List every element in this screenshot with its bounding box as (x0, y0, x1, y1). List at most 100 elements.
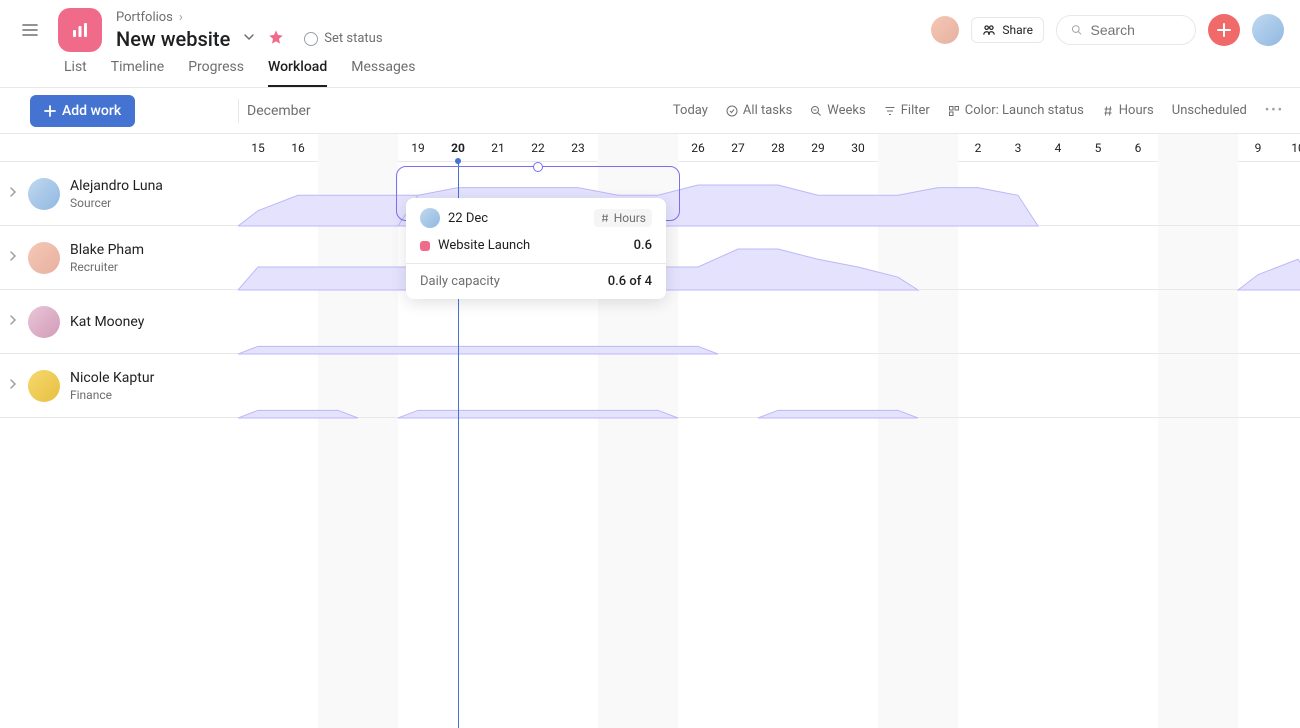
people-icon (982, 23, 996, 37)
date-cell[interactable]: 22 (518, 134, 558, 161)
date-cell[interactable]: 20 (438, 134, 478, 161)
person-name: Alejandro Luna (70, 178, 163, 194)
workload-chart (238, 290, 1300, 354)
hamburger-menu[interactable] (20, 20, 40, 40)
hours-button[interactable]: Hours (1102, 103, 1154, 118)
selection-handle[interactable] (533, 162, 543, 172)
set-status-label: Set status (324, 31, 382, 46)
member-avatar[interactable] (931, 16, 959, 44)
person-role: Finance (70, 388, 154, 402)
status-circle-icon (304, 32, 318, 46)
plus-icon (1216, 22, 1232, 38)
add-work-label: Add work (62, 103, 121, 119)
date-cell[interactable]: 3 (998, 134, 1038, 161)
date-cell[interactable]: 16 (278, 134, 318, 161)
date-cell[interactable]: 27 (718, 134, 758, 161)
hash-icon (600, 213, 610, 223)
workload-tooltip: 22 Dec Hours Website Launch 0.6 Daily ca… (406, 198, 666, 299)
person-avatar (28, 306, 60, 338)
zoom-icon (810, 105, 822, 117)
more-menu[interactable]: ••• (1265, 103, 1284, 118)
unscheduled-button[interactable]: Unscheduled (1172, 103, 1247, 118)
search-icon (1071, 23, 1083, 37)
date-cell[interactable]: 30 (838, 134, 878, 161)
expand-chevron-icon[interactable] (8, 378, 18, 393)
tab-messages[interactable]: Messages (351, 59, 415, 87)
tooltip-hours-badge: Hours (594, 209, 652, 227)
tooltip-project: Website Launch (438, 238, 530, 253)
star-icon[interactable] (268, 29, 284, 49)
tab-timeline[interactable]: Timeline (111, 59, 164, 87)
date-cell[interactable]: 29 (798, 134, 838, 161)
hash-icon (1102, 105, 1114, 117)
today-button[interactable]: Today (673, 103, 708, 118)
project-color-dot (420, 241, 430, 251)
person-avatar (28, 242, 60, 274)
date-cell[interactable]: 10 (1278, 134, 1300, 161)
check-circle-icon (726, 105, 738, 117)
person-avatar (28, 370, 60, 402)
tooltip-date: 22 Dec (448, 211, 488, 226)
date-cell[interactable]: 5 (1078, 134, 1118, 161)
share-label: Share (1002, 23, 1033, 37)
tab-progress[interactable]: Progress (188, 59, 244, 87)
person-role: Recruiter (70, 260, 144, 274)
date-cell[interactable]: 2 (958, 134, 998, 161)
tabs: List Timeline Progress Workload Messages (0, 56, 1300, 88)
grid-row[interactable] (238, 162, 1300, 226)
date-cell[interactable]: 19 (398, 134, 438, 161)
user-avatar[interactable] (1252, 14, 1284, 46)
workload-grid[interactable]: 1516171819202122232425262728293031123456… (238, 134, 1300, 728)
tooltip-project-value: 0.6 (634, 238, 652, 253)
expand-chevron-icon[interactable] (8, 250, 18, 265)
date-cell[interactable]: 21 (478, 134, 518, 161)
tab-workload[interactable]: Workload (268, 59, 327, 87)
expand-chevron-icon[interactable] (8, 186, 18, 201)
person-row[interactable]: Nicole Kaptur Finance (0, 354, 238, 418)
people-sidebar: Alejandro Luna Sourcer Blake Pham Recrui… (0, 134, 238, 728)
workload-chart (238, 226, 1300, 290)
palette-icon (948, 105, 960, 117)
grid-row[interactable] (238, 226, 1300, 290)
all-tasks-filter[interactable]: All tasks (726, 103, 792, 118)
person-avatar (28, 178, 60, 210)
breadcrumb[interactable]: Portfolios › (116, 10, 931, 25)
tab-list[interactable]: List (64, 59, 87, 87)
date-cell[interactable]: 26 (678, 134, 718, 161)
breadcrumb-parent[interactable]: Portfolios (116, 10, 173, 25)
filter-icon (884, 105, 896, 117)
filter-button[interactable]: Filter (884, 103, 930, 118)
share-button[interactable]: Share (971, 17, 1044, 43)
workload-chart (238, 354, 1300, 418)
date-cell[interactable]: 23 (558, 134, 598, 161)
person-role: Sourcer (70, 196, 163, 210)
search-box[interactable] (1056, 15, 1196, 45)
person-row[interactable]: Kat Mooney (0, 290, 238, 354)
date-cell[interactable]: 9 (1238, 134, 1278, 161)
date-cell[interactable]: 28 (758, 134, 798, 161)
tooltip-capacity-value: 0.6 of 4 (608, 274, 652, 289)
weeks-zoom[interactable]: Weeks (810, 103, 865, 118)
date-cell[interactable]: 4 (1038, 134, 1078, 161)
person-name: Nicole Kaptur (70, 370, 154, 386)
page-title: New website (116, 27, 230, 51)
search-input[interactable] (1091, 22, 1181, 38)
grid-row[interactable] (238, 354, 1300, 418)
person-name: Kat Mooney (70, 314, 144, 330)
title-dropdown[interactable] (242, 30, 256, 48)
tooltip-avatar (420, 208, 440, 228)
grid-row[interactable] (238, 290, 1300, 354)
month-label: December (238, 99, 358, 123)
color-button[interactable]: Color: Launch status (948, 103, 1084, 118)
add-work-button[interactable]: Add work (30, 95, 135, 127)
portfolio-icon (58, 8, 102, 52)
set-status-button[interactable]: Set status (296, 27, 390, 50)
tooltip-capacity-label: Daily capacity (420, 274, 500, 289)
expand-chevron-icon[interactable] (8, 314, 18, 329)
person-row[interactable]: Alejandro Luna Sourcer (0, 162, 238, 226)
global-add-button[interactable] (1208, 14, 1240, 46)
plus-icon (44, 105, 56, 117)
date-cell[interactable]: 6 (1118, 134, 1158, 161)
date-cell[interactable]: 15 (238, 134, 278, 161)
person-row[interactable]: Blake Pham Recruiter (0, 226, 238, 290)
